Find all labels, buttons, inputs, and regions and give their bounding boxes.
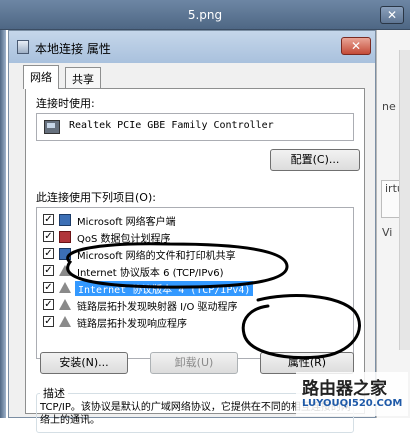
item-checkbox[interactable]: ✓	[43, 316, 54, 327]
network-card-icon	[44, 120, 60, 134]
list-item[interactable]: ✓ Internet 协议版本 6 (TCP/IPv6)	[37, 263, 353, 279]
list-item[interactable]: ✓ Microsoft 网络的文件和打印机共享	[37, 246, 353, 262]
properties-dialog: 本地连接 属性 ✕ 网络 共享 连接时使用: Realtek PCIe GBE …	[8, 30, 376, 433]
component-list[interactable]: ✓ Microsoft 网络客户端 ✓ QoS 数据包计划程序 ✓ Micros…	[36, 207, 354, 359]
background-text: ne	[382, 100, 396, 113]
item-checkbox[interactable]: ✓	[43, 214, 54, 225]
properties-button[interactable]: 属性(R)	[260, 352, 354, 374]
background-window: ne irtu Vi	[376, 30, 410, 418]
protocol-icon	[59, 265, 71, 276]
item-label: Internet 协议版本 6 (TCP/IPv6)	[77, 268, 224, 279]
network-tab-panel: 连接时使用: Realtek PCIe GBE Family Controlle…	[25, 88, 365, 433]
network-connection-icon	[17, 40, 29, 54]
item-checkbox[interactable]: ✓	[43, 248, 54, 259]
protocol-icon	[59, 316, 71, 327]
viewer-title-bar: 5.png ✕	[0, 0, 410, 30]
protocol-icon	[59, 299, 71, 310]
list-item-ipv4[interactable]: ✓ Internet 协议版本 4 (TCP/IPv4)	[37, 280, 353, 296]
tab-sharing[interactable]: 共享	[65, 67, 101, 89]
list-item[interactable]: ✓ 链路层拓扑发现响应程序	[37, 314, 353, 330]
tab-network[interactable]: 网络	[23, 65, 59, 89]
item-label: Microsoft 网络的文件和打印机共享	[77, 251, 236, 262]
item-label: Internet 协议版本 4 (TCP/IPv4)	[75, 281, 254, 296]
viewer-left-edge	[0, 30, 6, 418]
dialog-close-button[interactable]: ✕	[341, 37, 371, 55]
description-title: 描述	[40, 385, 68, 401]
item-checkbox[interactable]: ✓	[43, 231, 54, 242]
dialog-title: 本地连接 属性	[35, 42, 111, 56]
watermark-url: LUYOUQI520.COM	[302, 398, 403, 409]
items-label: 此连接使用下列项目(O):	[36, 191, 156, 204]
install-button[interactable]: 安装(N)...	[40, 352, 128, 374]
list-item[interactable]: ✓ QoS 数据包计划程序	[37, 229, 353, 245]
configure-button[interactable]: 配置(C)...	[270, 149, 360, 171]
item-checkbox[interactable]: ✓	[43, 265, 54, 276]
item-label: QoS 数据包计划程序	[77, 234, 171, 245]
network-client-icon	[59, 214, 71, 226]
viewer-close-button[interactable]: ✕	[380, 6, 404, 24]
item-label: 链路层拓扑发现响应程序	[77, 319, 187, 330]
protocol-icon	[59, 282, 71, 293]
site-watermark: 路由器之家 LUYOUQI520.COM	[296, 372, 408, 416]
qos-icon	[59, 231, 71, 243]
dialog-title-bar: 本地连接 属性 ✕	[9, 31, 375, 63]
item-label: 链路层拓扑发现映射器 I/O 驱动程序	[77, 302, 238, 313]
uninstall-button: 卸载(U)	[150, 352, 238, 374]
background-text: Vi	[382, 226, 393, 239]
connect-using-label: 连接时使用:	[36, 97, 95, 110]
item-checkbox[interactable]: ✓	[43, 299, 54, 310]
viewer-title: 5.png	[187, 8, 223, 22]
watermark-name: 路由器之家	[302, 379, 387, 399]
item-label: Microsoft 网络客户端	[77, 217, 176, 228]
item-checkbox[interactable]: ✓	[43, 282, 54, 293]
list-item[interactable]: ✓ Microsoft 网络客户端	[37, 212, 353, 228]
background-scrollbar[interactable]	[399, 50, 410, 350]
adapter-name: Realtek PCIe GBE Family Controller	[69, 120, 274, 131]
file-share-icon	[59, 248, 71, 260]
list-item[interactable]: ✓ 链路层拓扑发现映射器 I/O 驱动程序	[37, 297, 353, 313]
adapter-field: Realtek PCIe GBE Family Controller	[36, 113, 354, 141]
